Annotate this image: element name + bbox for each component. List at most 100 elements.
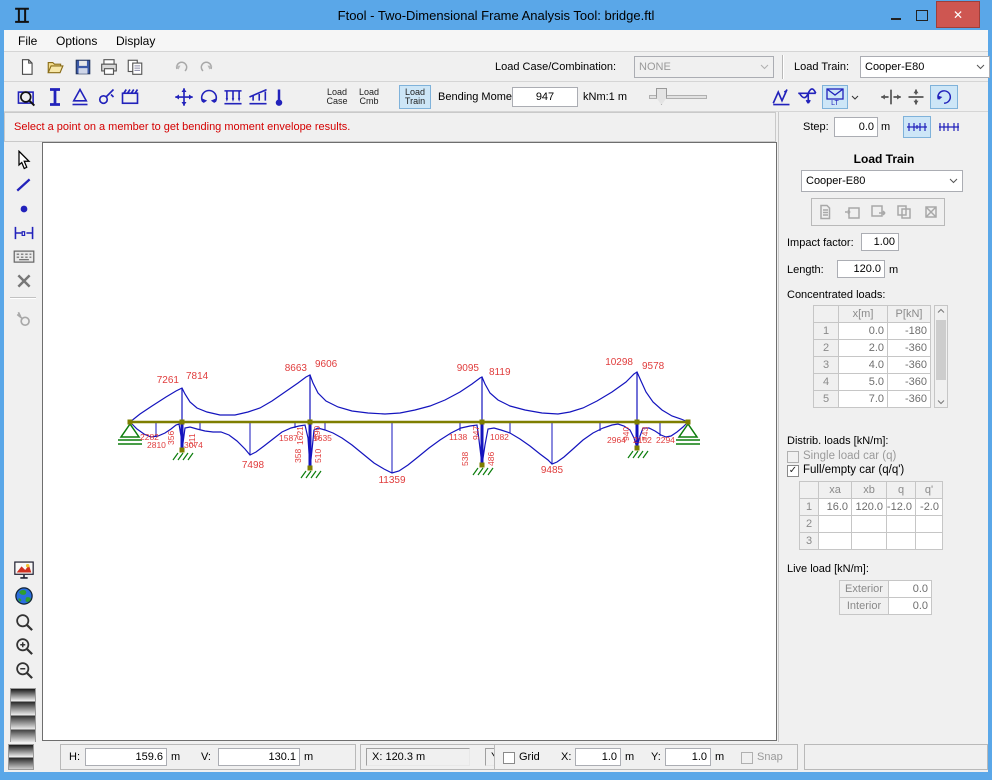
hinge-icon[interactable] bbox=[96, 87, 116, 107]
temperature-icon[interactable] bbox=[272, 87, 286, 107]
v-unit: m bbox=[304, 745, 313, 769]
keyboard-icon[interactable] bbox=[13, 248, 35, 264]
title-bar: Ftool - Two-Dimensional Frame Analysis T… bbox=[0, 0, 992, 30]
result-zigzag-icon[interactable] bbox=[772, 88, 792, 106]
node-point-icon[interactable] bbox=[15, 200, 33, 218]
bending-moment-unit: kNm:1 m bbox=[583, 82, 627, 112]
new-file-icon[interactable] bbox=[18, 58, 36, 76]
member-line-icon[interactable] bbox=[15, 176, 33, 194]
conc-table-scrollbar[interactable] bbox=[934, 305, 948, 408]
grid-x-field[interactable]: 1.0 bbox=[575, 748, 621, 766]
dist-q-cell[interactable] bbox=[886, 515, 916, 533]
svg-text:9485: 9485 bbox=[541, 465, 564, 476]
copy-train-icon bbox=[896, 204, 912, 220]
save-icon[interactable] bbox=[74, 58, 92, 76]
grid-y-field[interactable]: 1.0 bbox=[665, 748, 711, 766]
conc-p-cell[interactable]: -360 bbox=[887, 339, 931, 357]
dist-xa-cell[interactable] bbox=[818, 532, 852, 550]
select-cursor-icon[interactable] bbox=[15, 150, 33, 170]
frame-tool-icon[interactable] bbox=[120, 87, 140, 107]
bridge-envelope-diagram[interactable]: 7261781486639606909581191029895787498113… bbox=[42, 142, 777, 741]
load-cmb-button[interactable]: LoadCmb bbox=[354, 86, 384, 108]
conc-p-cell[interactable]: -360 bbox=[887, 373, 931, 391]
train-select-combo[interactable]: Cooper-E80 bbox=[801, 170, 963, 192]
zoom-in-icon[interactable] bbox=[14, 636, 34, 656]
full-empty-checkbox[interactable]: ✓ bbox=[787, 465, 799, 477]
conc-p-cell[interactable]: -180 bbox=[887, 322, 931, 340]
close-button[interactable]: ✕ bbox=[936, 1, 980, 28]
influence-line-icon[interactable] bbox=[797, 87, 817, 107]
bending-moment-value-field[interactable]: 947 bbox=[512, 87, 578, 107]
scroll-up-icon[interactable] bbox=[937, 308, 945, 314]
step-mode-axle-button[interactable] bbox=[935, 116, 963, 138]
conc-x-cell[interactable]: 5.0 bbox=[838, 373, 888, 391]
dist-qp-cell[interactable] bbox=[915, 515, 943, 533]
linear-load-icon[interactable] bbox=[247, 87, 269, 107]
svg-text:940: 940 bbox=[621, 427, 631, 441]
load-train-combo[interactable]: Cooper-E80 bbox=[860, 56, 990, 78]
left-toolbar bbox=[4, 142, 42, 772]
zoom-out-icon[interactable] bbox=[14, 660, 34, 680]
expand-vertical-icon[interactable] bbox=[906, 88, 926, 106]
step-field[interactable]: 0.0 bbox=[834, 117, 878, 137]
dist-xa-header: xa bbox=[818, 481, 852, 499]
open-file-icon[interactable] bbox=[46, 58, 64, 76]
support-icon[interactable] bbox=[70, 87, 90, 107]
svg-text:2810: 2810 bbox=[147, 440, 166, 450]
snap-checkbox bbox=[741, 752, 753, 764]
conc-x-cell[interactable]: 4.0 bbox=[838, 356, 888, 374]
section-ibeam-icon[interactable] bbox=[46, 87, 64, 107]
conc-p-cell[interactable]: -360 bbox=[887, 390, 931, 408]
scroll-down-icon[interactable] bbox=[937, 399, 945, 405]
length-field[interactable]: 120.0 bbox=[837, 260, 885, 278]
zoom-window-icon[interactable] bbox=[14, 612, 34, 632]
dist-xb-cell[interactable] bbox=[851, 515, 887, 533]
rotate-view-button[interactable] bbox=[930, 85, 958, 109]
conc-x-cell[interactable]: 2.0 bbox=[838, 339, 888, 357]
load-case-button[interactable]: LoadCase bbox=[322, 86, 352, 108]
menu-bar: File Options Display bbox=[4, 30, 988, 52]
row-number: 5 bbox=[813, 390, 839, 408]
row-number: 2 bbox=[813, 339, 839, 357]
dimension-icon[interactable] bbox=[13, 224, 35, 242]
toolbar-separator bbox=[782, 55, 784, 79]
moment-load-icon[interactable] bbox=[198, 87, 220, 107]
dist-xa-cell[interactable]: 16.0 bbox=[818, 498, 852, 516]
dist-xa-cell[interactable] bbox=[818, 515, 852, 533]
dist-qp-cell[interactable]: -2.0 bbox=[915, 498, 943, 516]
dist-qp-cell[interactable] bbox=[915, 532, 943, 550]
toolbar-results: LoadCase LoadCmb LoadTrain Bending Momen… bbox=[4, 82, 988, 112]
scale-slider-thumb[interactable] bbox=[656, 88, 667, 105]
print-icon[interactable] bbox=[100, 58, 118, 76]
grid-checkbox[interactable] bbox=[503, 752, 515, 764]
load-train-button[interactable]: LoadTrain bbox=[399, 85, 431, 109]
uniform-load-icon[interactable] bbox=[222, 87, 244, 107]
minimize-button[interactable] bbox=[884, 2, 908, 28]
nodal-load-icon[interactable] bbox=[174, 87, 194, 107]
dist-q-cell[interactable] bbox=[886, 532, 916, 550]
dist-xb-cell[interactable] bbox=[851, 532, 887, 550]
scrollbar-thumb[interactable] bbox=[936, 320, 946, 380]
h-field[interactable]: 159.6 bbox=[85, 748, 167, 766]
conc-x-cell[interactable]: 0.0 bbox=[838, 322, 888, 340]
step-mode-train-button[interactable] bbox=[903, 116, 931, 138]
v-field[interactable]: 130.1 bbox=[218, 748, 300, 766]
maximize-button[interactable] bbox=[910, 2, 934, 28]
conc-x-cell[interactable]: 7.0 bbox=[838, 390, 888, 408]
copy-icon[interactable] bbox=[126, 58, 144, 76]
grid-x-label: X: bbox=[561, 745, 571, 769]
expand-horizontal-icon[interactable] bbox=[880, 88, 902, 106]
fit-world-icon[interactable] bbox=[14, 586, 34, 606]
dist-q-cell[interactable]: -12.0 bbox=[886, 498, 916, 516]
dist-xb-cell[interactable]: 120.0 bbox=[851, 498, 887, 516]
display-options-icon[interactable] bbox=[13, 560, 35, 580]
menu-options[interactable]: Options bbox=[56, 30, 97, 52]
conc-p-cell[interactable]: -360 bbox=[887, 356, 931, 374]
insert-hinge-icon bbox=[15, 310, 33, 328]
envelope-dropdown-button[interactable] bbox=[849, 90, 861, 104]
envelope-button[interactable]: LT bbox=[822, 85, 848, 109]
menu-file[interactable]: File bbox=[18, 30, 37, 52]
zoom-frame-icon[interactable] bbox=[16, 87, 38, 107]
menu-display[interactable]: Display bbox=[116, 30, 155, 52]
delete-icon[interactable] bbox=[15, 272, 33, 290]
